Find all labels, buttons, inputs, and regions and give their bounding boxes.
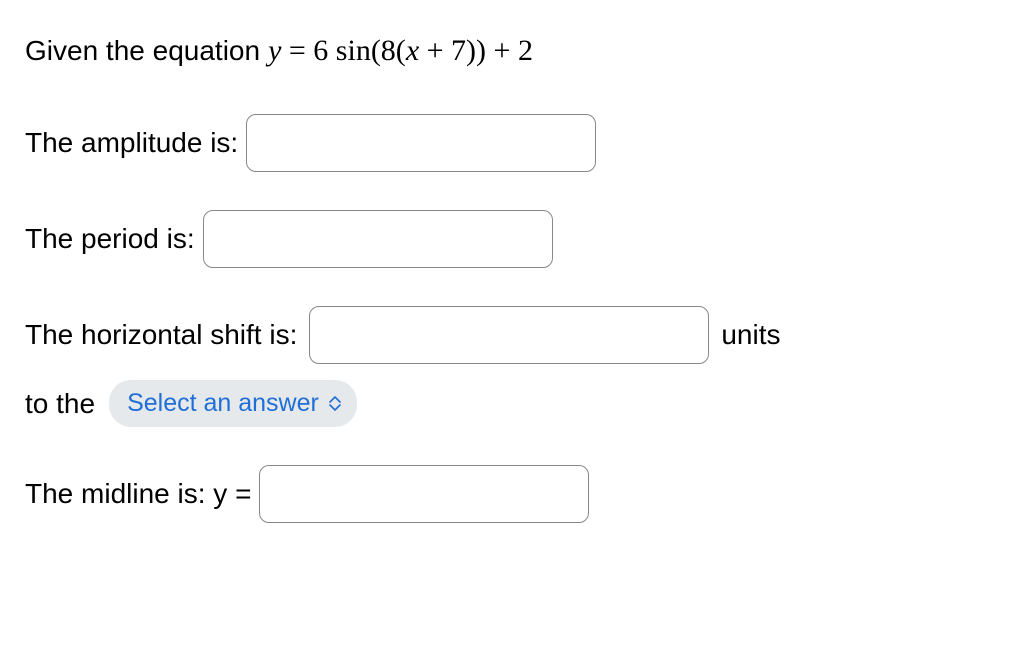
direction-select-label: Select an answer: [127, 386, 319, 421]
intro-text: Given the equation: [25, 31, 260, 70]
period-input[interactable]: [203, 210, 553, 268]
equation: y = 6 sin(8(x + 7)) + 2: [268, 30, 533, 72]
amplitude-input[interactable]: [246, 114, 596, 172]
hshift-input[interactable]: [309, 306, 709, 364]
period-row: The period is:: [25, 210, 1004, 268]
amplitude-row: The amplitude is:: [25, 114, 1004, 172]
hshift-units: units: [721, 315, 780, 354]
midline-row: The midline is: y =: [25, 465, 1004, 523]
direction-select[interactable]: Select an answer: [109, 380, 357, 427]
midline-input[interactable]: [259, 465, 589, 523]
equation-row: Given the equation y = 6 sin(8(x + 7)) +…: [25, 30, 1004, 72]
period-label: The period is:: [25, 219, 195, 258]
hshift-block: The horizontal shift is: units to the Se…: [25, 306, 1004, 427]
chevron-updown-icon: [329, 395, 341, 412]
amplitude-label: The amplitude is:: [25, 123, 238, 162]
hshift-label: The horizontal shift is:: [25, 315, 297, 354]
hshift-tothe: to the: [25, 384, 95, 423]
midline-label: The midline is: y =: [25, 474, 251, 513]
